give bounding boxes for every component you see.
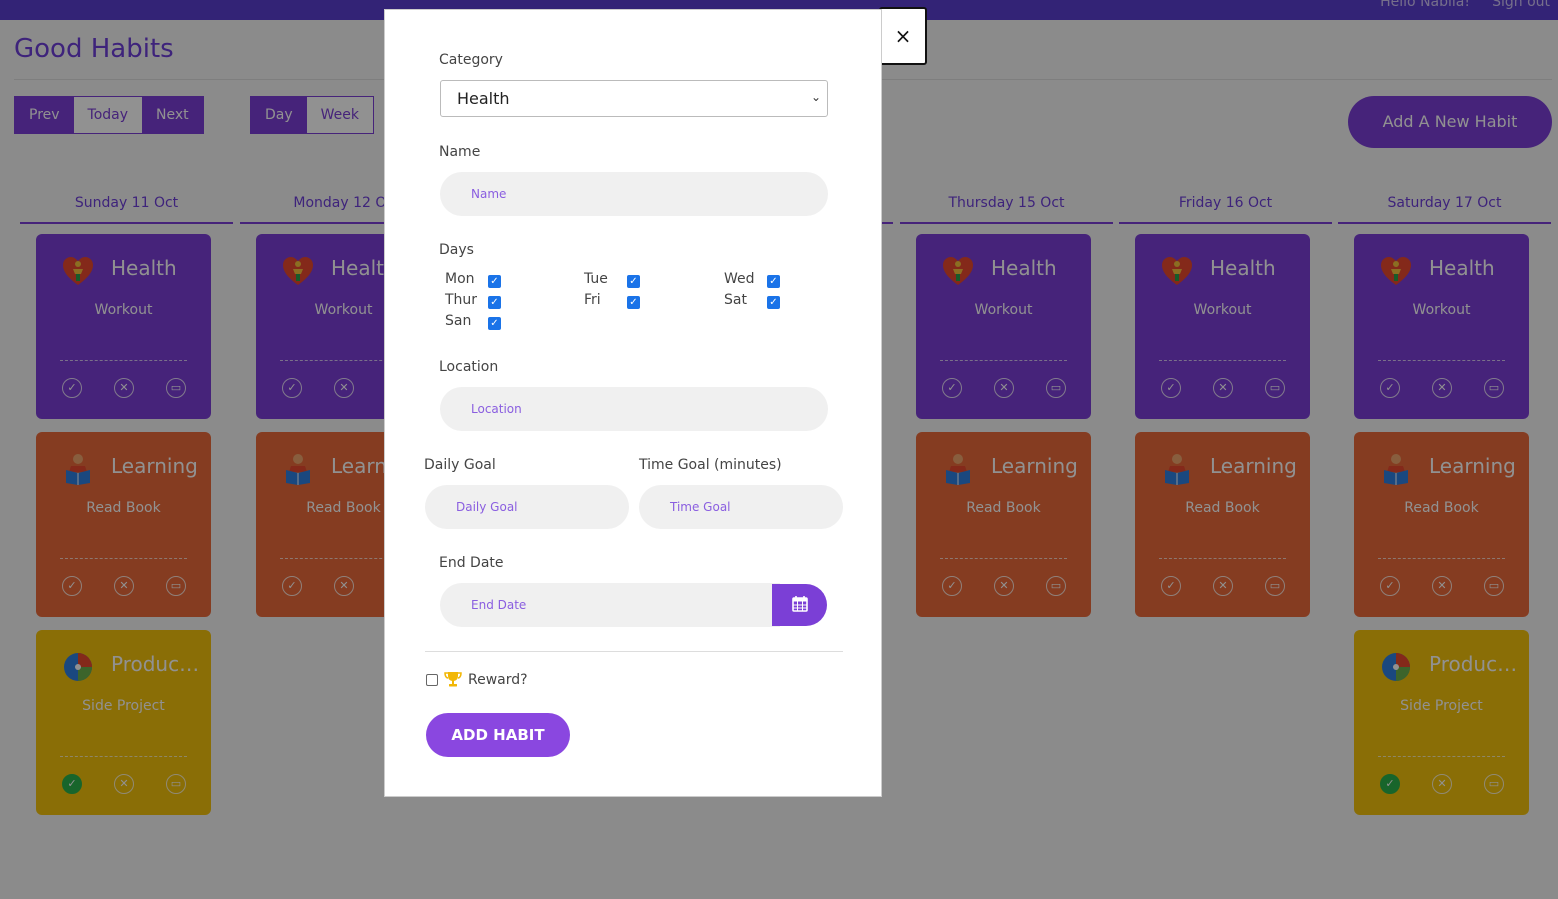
category-select[interactable]: Health ⌄ [440,80,828,117]
day-checkbox-label: Thur [445,292,478,308]
day-checkbox-label: Mon [445,271,475,287]
day-checkbox[interactable]: ✓ [627,296,640,309]
day-checkbox[interactable]: ✓ [627,275,640,288]
reward-checkbox[interactable] [426,674,438,686]
close-modal-button[interactable]: × [879,7,927,65]
end-date-label: End Date [439,555,504,571]
location-input[interactable]: Location [440,387,828,431]
category-selected-value: Health [457,89,510,108]
day-checkbox[interactable]: ✓ [488,296,501,309]
form-divider [425,651,843,652]
end-date-input[interactable]: End Date [440,583,780,627]
add-habit-modal: Category Health ⌄ Name Name Days Locatio… [384,9,882,797]
category-label: Category [439,52,503,68]
habit-tracker-app: Hello Nabila! Sign out Good Habits Prev … [0,0,1558,899]
day-checkbox[interactable]: ✓ [767,296,780,309]
days-label: Days [439,242,474,258]
day-checkbox[interactable]: ✓ [488,317,501,330]
location-label: Location [439,359,499,375]
name-input[interactable]: Name [440,172,828,216]
day-checkbox-label: Sat [724,292,747,308]
day-checkbox-label: San [445,313,472,329]
time-goal-label: Time Goal (minutes) [639,457,782,473]
daily-goal-label: Daily Goal [424,457,496,473]
name-label: Name [439,144,481,160]
day-checkbox[interactable]: ✓ [767,275,780,288]
reward-label: Reward? [468,672,528,688]
add-habit-submit-button[interactable]: ADD HABIT [426,713,570,757]
time-goal-input[interactable]: Time Goal [639,485,843,529]
daily-goal-input[interactable]: Daily Goal [425,485,629,529]
day-checkbox-label: Wed [724,271,755,287]
day-checkbox[interactable]: ✓ [488,275,501,288]
trophy-icon [444,672,462,687]
day-checkbox-label: Tue [584,271,608,287]
chevron-down-icon: ⌄ [810,90,821,104]
calendar-icon [792,596,808,612]
calendar-button[interactable] [772,584,827,626]
day-checkbox-label: Fri [584,292,601,308]
